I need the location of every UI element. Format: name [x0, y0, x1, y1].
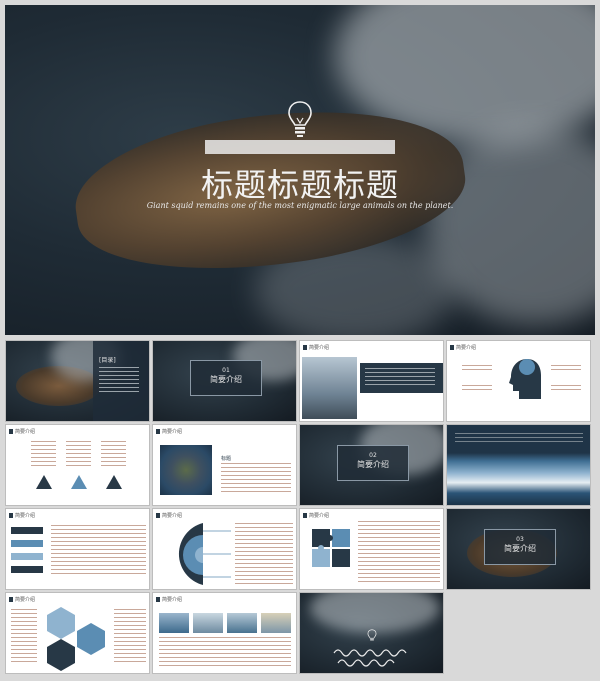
fog-cloud [310, 593, 440, 633]
menu-title: [目录] [99, 357, 116, 364]
lightbulb-icon [288, 101, 312, 137]
slide-header: 简要介绍 [156, 512, 182, 519]
photo-tile [193, 613, 223, 633]
photo-tile [227, 613, 257, 633]
photo-tile [159, 613, 189, 633]
slide-header: 简要介绍 [156, 428, 182, 435]
bar-item [11, 527, 43, 534]
bar-item [11, 540, 43, 547]
slide-thumbnail-6[interactable]: 简要介绍 [5, 424, 150, 506]
slide-header: 简要介绍 [9, 428, 35, 435]
section-title: 简要介绍 [357, 460, 389, 469]
bar-item [11, 566, 43, 573]
bar-item [11, 553, 43, 560]
menu-items [99, 367, 139, 395]
slide-header: 简要介绍 [303, 344, 329, 351]
menu-panel: [目录] [93, 341, 149, 421]
slide-header: 简要介绍 [156, 596, 182, 603]
puzzle-diagram [312, 529, 350, 567]
slide-thumbnail-4[interactable]: 简要介绍 [299, 340, 444, 422]
slide-thumbnail-2[interactable]: [目录] [5, 340, 150, 422]
section-number: 03 [516, 536, 524, 543]
slide-header: 简要介绍 [9, 596, 35, 603]
subtitle-text: Giant squid remains one of the most enig… [146, 201, 454, 210]
head-brain-icon [509, 359, 541, 399]
triangle-icon [36, 475, 52, 489]
slide-header: 简要介绍 [9, 512, 35, 519]
section-number: 01 [222, 367, 230, 374]
slide-header: 简要介绍 [450, 344, 476, 351]
title-slide-preview[interactable]: 标题标题标题 Giant squid remains one of the mo… [5, 5, 595, 335]
caption-title: 标题 [221, 456, 232, 462]
section-title: 简要介绍 [504, 544, 536, 553]
page-title: 标题标题标题 [200, 166, 399, 204]
photo-tile [261, 613, 291, 633]
section-box: 02 简要介绍 [337, 445, 409, 481]
section-number: 02 [369, 452, 377, 459]
island-photo [160, 445, 212, 495]
slide-thumbnail-10[interactable]: 简要介绍 [5, 508, 150, 590]
text-panel [360, 363, 443, 393]
slide-thumbnail-11[interactable]: 简要介绍 [152, 508, 297, 590]
title-bar [205, 140, 395, 154]
slide-thumbnail-14[interactable]: 简要介绍 [5, 592, 150, 674]
slide-thumbnail-3[interactable]: 01 简要介绍 [152, 340, 297, 422]
section-title: 简要介绍 [210, 375, 242, 384]
slide-thumbnail-15[interactable]: 简要介绍 [152, 592, 297, 674]
slide-thumbnail-16[interactable] [299, 592, 444, 674]
slide-thumbnail-13[interactable]: 03 简要介绍 [446, 508, 591, 590]
handwritten-closing [333, 649, 407, 667]
section-box: 01 简要介绍 [190, 360, 262, 396]
city-photo [302, 357, 357, 419]
slide-thumbnail-9[interactable] [446, 424, 591, 506]
triangle-icon [106, 475, 122, 489]
hexagon-grid [47, 607, 105, 671]
section-box: 03 简要介绍 [484, 529, 556, 565]
slide-thumbnail-7[interactable]: 简要介绍 标题 [152, 424, 297, 506]
triangle-icon [71, 475, 87, 489]
lightbulb-icon [367, 629, 377, 641]
slide-thumbnail-8[interactable]: 02 简要介绍 [299, 424, 444, 506]
slide-thumbnail-12[interactable]: 简要介绍 [299, 508, 444, 590]
slide-header: 简要介绍 [303, 512, 329, 519]
slide-thumbnail-5[interactable]: 简要介绍 [446, 340, 591, 422]
semicircle-diagram [178, 523, 231, 585]
